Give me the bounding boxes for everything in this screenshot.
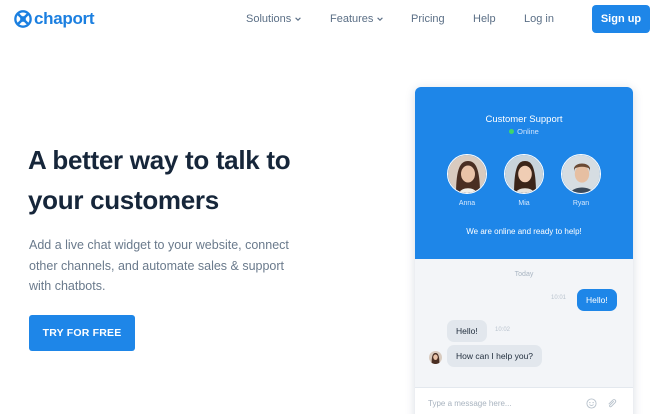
hero-subtitle-line-2: other channels, and automate sales & sup… [29, 258, 285, 273]
nav-help-label: Help [473, 13, 496, 25]
agent-message: How can I help you? [447, 345, 543, 367]
hero-title-line-1: A better way to talk to [28, 145, 291, 175]
chevron-down-icon [295, 17, 302, 21]
nav-help[interactable]: Help [473, 13, 496, 25]
nav-login[interactable]: Log in [524, 13, 554, 25]
avatar [429, 351, 442, 364]
agent-message: Hello! [447, 320, 487, 342]
hero-title-line-2: your customers [28, 185, 219, 215]
message-time: 10:02 [495, 327, 511, 333]
nav-pricing-label: Pricing [411, 13, 445, 25]
agent-name: Mia [518, 200, 530, 207]
chat-widget-preview: Customer Support Online Anna Mia Ryan We… [415, 87, 633, 414]
top-navigation: chaport Solutions Features Pricing Help … [0, 0, 663, 40]
agent-name: Ryan [572, 200, 590, 207]
agent-ryan: Ryan [561, 154, 601, 207]
chaport-logo[interactable]: chaport [14, 9, 95, 29]
chat-widget-title: Customer Support [485, 114, 563, 125]
visitor-message: Hello! [577, 289, 617, 311]
brand-name: chaport [34, 9, 95, 28]
attachment-icon[interactable] [606, 398, 617, 409]
online-status-label: Online [517, 127, 539, 136]
hero-subtitle: Add a live chat widget to your website, … [29, 235, 319, 297]
avatar [561, 154, 601, 194]
nav-solutions[interactable]: Solutions [246, 13, 302, 25]
agent-name: Anna [458, 200, 476, 207]
day-separator: Today [514, 271, 534, 278]
hero-subtitle-line-3: with chatbots. [29, 279, 106, 293]
avatar [447, 154, 487, 194]
chat-widget-header: Customer Support Online Anna Mia Ryan We… [415, 87, 633, 259]
online-dot-icon [509, 129, 515, 134]
nav-features-label: Features [330, 13, 374, 25]
emoji-icon[interactable] [586, 398, 597, 409]
chaport-logo-icon [14, 10, 32, 28]
online-status: Online [415, 127, 633, 136]
nav-features[interactable]: Features [330, 13, 384, 25]
hero-title: A better way to talk to your customers [28, 140, 348, 220]
hero-subtitle-line-1: Add a live chat widget to your website, … [29, 238, 289, 252]
avatar [504, 154, 544, 194]
signup-button[interactable]: Sign up [592, 5, 650, 33]
nav-login-label: Log in [524, 13, 554, 25]
chat-widget-intro: We are online and ready to help! [466, 227, 582, 236]
try-for-free-button[interactable]: TRY FOR FREE [29, 315, 135, 351]
message-time: 10:01 [551, 295, 567, 301]
message-input-bar[interactable]: Type a message here... [415, 387, 633, 414]
agent-anna: Anna [447, 154, 487, 207]
nav-solutions-label: Solutions [246, 13, 292, 25]
message-input[interactable]: Type a message here... [428, 399, 512, 408]
chevron-down-icon [377, 17, 384, 21]
agent-mia: Mia [504, 154, 544, 207]
nav-pricing[interactable]: Pricing [411, 13, 445, 25]
